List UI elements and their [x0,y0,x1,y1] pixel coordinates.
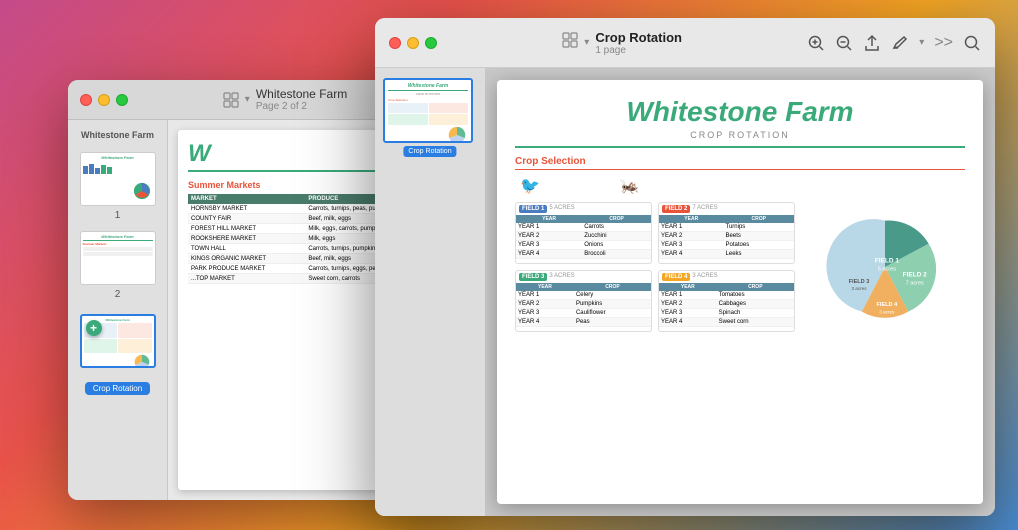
crop-icon-2: 🦗 [620,176,640,196]
thumbnail-sidebar: Whitestone Farm Whitestone Farm [68,120,168,500]
field-1: FIELD 1 5 ACRES YEARCROP YEAR 1Carrots Y… [515,202,652,264]
traffic-lights [80,94,128,106]
front-thumbnail-sidebar: Whitestone Farm CROP ROTATION Crop Selec… [375,68,485,516]
field-1-acres: 5 ACRES [549,205,574,213]
table-row: YEAR 2Pumpkins [516,300,651,309]
field-1-table: YEARCROP YEAR 1Carrots YEAR 2Zucchini YE… [516,215,651,259]
table-row: YEAR 4Sweet corn [659,318,794,327]
table-row: YEAR 4Peas [516,318,651,327]
front-window-body: Whitestone Farm CROP ROTATION Crop Selec… [375,68,995,516]
thumbnail-1[interactable]: Whitestone Farm [74,152,161,221]
pie-field4-label: FIELD 3 [849,279,870,285]
front-close-button[interactable] [389,37,401,49]
table-row: YEAR 2Zucchini [516,232,651,241]
front-view-icon [562,32,578,53]
table-row: YEAR 1Tomatoes [659,291,794,300]
close-button[interactable] [80,94,92,106]
add-icon[interactable]: + [86,320,102,336]
table-row: YEAR 4Broccoli [516,250,651,259]
pen-icon[interactable] [891,34,909,52]
fields-grid: FIELD 1 5 ACRES YEARCROP YEAR 1Carrots Y… [515,202,795,332]
field-2-table: YEARCROP YEAR 1Turnips YEAR 2Beets YEAR … [659,215,794,259]
back-window-subtitle: Page 2 of 2 [256,101,307,112]
front-window-subtitle: 1 page [595,45,626,56]
field-2: FIELD 2 7 ACRES YEARCROP YEAR 1Turnips Y… [658,202,795,264]
thumb-label-2: 2 [115,289,121,300]
table-row: YEAR 3Cauliflower [516,309,651,318]
front-titlebar-center: ▾ Crop Rotation 1 page [445,30,799,56]
table-row: YEAR 4Leeks [659,250,794,259]
field-2-label: FIELD 2 [662,205,690,213]
field-2-acres: 7 ACRES [692,205,717,213]
sidebar-label: Whitestone Farm [74,130,161,140]
front-maximize-button[interactable] [425,37,437,49]
zoom-out-icon[interactable] [835,34,853,52]
thumb-frame-3: + Whitestone Farm [80,314,156,368]
front-window: ▾ Crop Rotation 1 page [375,18,995,516]
field-4-table: YEARCROP YEAR 1Tomatoes YEAR 2Cabbages Y… [659,283,794,327]
thumbnail-2[interactable]: Whitestone Farm Summer Markets 2 [74,231,161,300]
front-minimize-button[interactable] [407,37,419,49]
field-3-table: YEARCROP YEAR 1Celery YEAR 2Pumpkins YEA… [516,283,651,327]
pie-chart: FIELD 1 5 acres FIELD 2 7 acres FIELD 4 … [810,202,960,332]
doc-subtitle: CROP ROTATION [515,130,965,140]
table-row: YEAR 3Spinach [659,309,794,318]
front-search-icon[interactable] [963,34,981,52]
share-icon[interactable] [863,34,881,52]
field-3: FIELD 3 3 ACRES YEARCROP YEAR 1Celery YE… [515,270,652,332]
pie-field3-label: FIELD 4 [876,302,898,308]
doc-title: Whitestone Farm [515,96,965,128]
field-4-label: FIELD 4 [662,273,690,281]
pie-field1-label: FIELD 1 [875,257,900,264]
thumb-label-1: 1 [115,210,121,221]
field-3-acres: 3 ACRES [549,273,574,281]
crop-icon-1: 🐦 [520,176,540,196]
pie-field2-acres: 7 acres [906,281,924,287]
table-row: YEAR 2Beets [659,232,794,241]
thumbnail-3[interactable]: + Whitestone Farm [74,314,161,395]
field-1-label: FIELD 1 [519,205,547,213]
field-4: FIELD 4 3 ACRES YEARCROP YEAR 1Tomatoes … [658,270,795,332]
table-row: YEAR 1Carrots [516,223,651,232]
front-thumb-item[interactable]: Whitestone Farm CROP ROTATION Crop Selec… [383,78,477,143]
front-window-title: Crop Rotation [595,30,682,45]
front-main-area: Whitestone Farm CROP ROTATION Crop Selec… [485,68,995,516]
fields-layout: FIELD 1 5 ACRES YEARCROP YEAR 1Carrots Y… [515,202,965,332]
thumb-frame-1: Whitestone Farm [80,152,156,206]
pen-chevron[interactable]: ▾ [919,37,924,48]
front-thumb-badge: Crop Rotation [403,146,456,157]
pie-field1-acres: 5 acres [878,267,896,273]
col-market: MARKET [188,194,305,204]
thumb-frame-2: Whitestone Farm Summer Markets [80,231,156,285]
pie-field3-acres: 3 acres [879,309,895,314]
view-icon [223,92,239,108]
thumb-3-badge: Crop Rotation [85,382,150,395]
maximize-button[interactable] [116,94,128,106]
table-row: YEAR 1Turnips [659,223,794,232]
pie-field2-label: FIELD 2 [903,271,928,278]
front-view-chevron[interactable]: ▾ [584,37,589,48]
overflow-icon[interactable]: >> [934,34,953,52]
field-4-acres: 3 ACRES [692,273,717,281]
zoom-in-icon[interactable] [807,34,825,52]
table-row: YEAR 3Potatoes [659,241,794,250]
front-traffic-lights [389,37,437,49]
doc-divider [515,146,965,148]
document-page: Whitestone Farm CROP ROTATION Crop Selec… [497,80,983,504]
field-3-label: FIELD 3 [519,273,547,281]
back-window-title: Whitestone Farm [256,87,347,101]
pie-field4-acres: 3 acres [851,286,867,291]
front-titlebar: ▾ Crop Rotation 1 page [375,18,995,68]
table-row: YEAR 1Celery [516,291,651,300]
doc-section-title: Crop Selection [515,156,965,170]
table-row: YEAR 2Cabbages [659,300,794,309]
table-row: YEAR 3Onions [516,241,651,250]
front-toolbar: ▾ >> [807,34,981,52]
crop-icons-row: 🐦 🦗 [515,176,965,196]
minimize-button[interactable] [98,94,110,106]
front-thumb: Whitestone Farm CROP ROTATION Crop Selec… [383,78,473,143]
pie-chart-container: FIELD 1 5 acres FIELD 2 7 acres FIELD 4 … [805,202,965,332]
chevron-down-icon: ▾ [245,94,250,105]
